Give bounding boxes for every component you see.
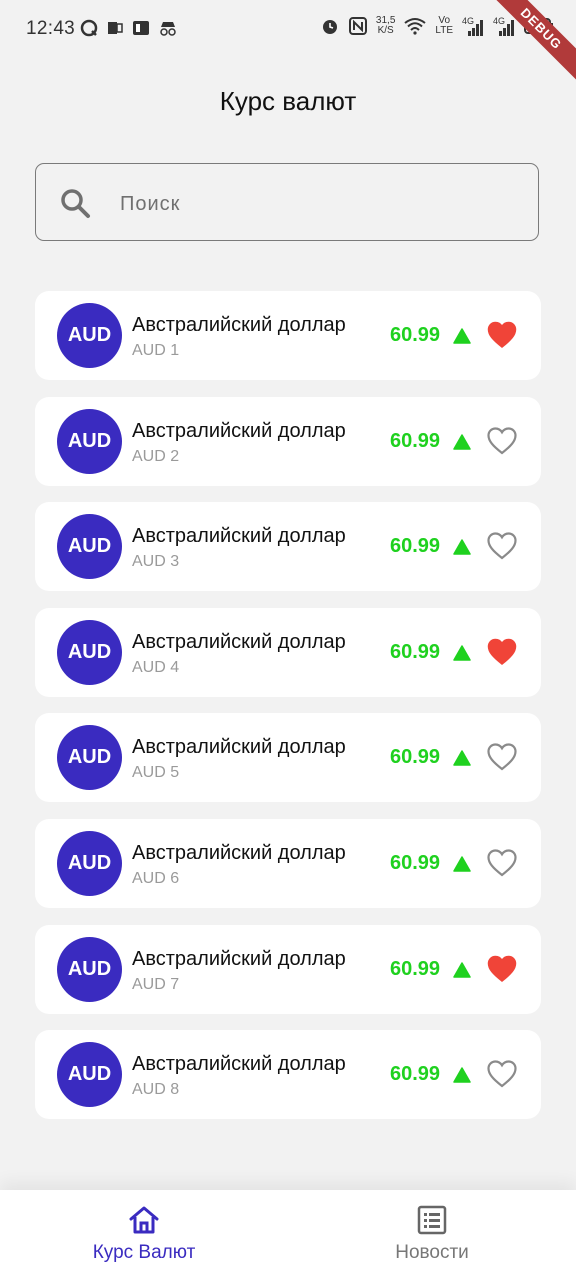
currency-avatar-label: AUD	[67, 851, 112, 874]
currency-code: AUD 6	[132, 869, 180, 887]
alarm-icon	[322, 20, 337, 34]
currency-avatar: AUD	[57, 725, 122, 791]
currency-avatar-label: AUD	[67, 535, 112, 558]
currency-avatar: AUD	[57, 303, 122, 368]
favorite-heart-icon[interactable]	[487, 955, 517, 983]
word-app-icon	[133, 21, 149, 35]
currency-avatar: AUD	[57, 1042, 122, 1108]
currency-card[interactable]: AUD Австралийский доллар AUD 5 60.99	[35, 713, 541, 803]
currency-rate: 60.99	[390, 535, 441, 558]
currency-name: Австралийский доллар	[132, 841, 346, 864]
currency-avatar: AUD	[57, 514, 122, 580]
favorite-heart-icon[interactable]	[487, 1060, 517, 1088]
network-speed-unit: K/S	[377, 25, 394, 36]
favorite-heart-icon[interactable]	[487, 426, 517, 455]
currency-avatar-label: AUD	[67, 746, 112, 769]
currency-rate: 60.99	[390, 851, 441, 874]
nav-label-news: Новости	[395, 1242, 469, 1263]
trend-up-icon	[453, 433, 471, 450]
nfc-icon	[348, 17, 367, 35]
currency-card[interactable]: AUD Австралийский доллар AUD 7 60.99	[35, 924, 541, 1014]
trend-up-icon	[453, 750, 471, 767]
search-box[interactable]	[35, 163, 539, 241]
signal-bars-1-icon	[468, 20, 483, 36]
trend-up-icon	[453, 1067, 471, 1083]
search-icon	[61, 189, 90, 218]
currency-avatar-label: AUD	[67, 324, 112, 346]
currency-name: Австралийский доллар	[132, 314, 346, 336]
currency-name: Австралийский доллар	[132, 1053, 346, 1076]
volte-label: Vo LTE	[435, 16, 453, 36]
currency-avatar: AUD	[57, 408, 122, 474]
currency-card[interactable]: AUD Австралийский доллар AUD 6 60.99	[35, 818, 541, 908]
status-time: 12:43	[26, 18, 76, 39]
signal-bars-2-icon	[499, 20, 514, 36]
currency-avatar-label: AUD	[67, 957, 112, 980]
currency-rate: 60.99	[390, 324, 441, 346]
currency-card[interactable]: AUD Австралийский доллар AUD 2 60.99	[35, 396, 541, 486]
bottom-navigation: Курс Валют Новости	[0, 1190, 576, 1280]
office-app-icon	[108, 22, 123, 34]
currency-code: AUD 4	[132, 658, 180, 676]
trend-up-icon	[453, 856, 471, 872]
currency-name: Австралийский доллар	[132, 947, 346, 970]
favorite-heart-icon[interactable]	[487, 743, 517, 771]
currency-avatar: AUD	[57, 936, 122, 1002]
trend-up-icon	[453, 645, 471, 661]
currency-name: Австралийский доллар	[132, 419, 346, 442]
currency-code: AUD 8	[132, 1081, 180, 1099]
currency-name: Австралийский доллар	[132, 630, 346, 653]
currency-card[interactable]: AUD Австралийский доллар AUD 1 60.99	[35, 291, 541, 380]
status-bar: 12:43 31,5 K/S Vo LTE 4G 4G DEBUG	[0, 0, 576, 90]
currency-avatar: AUD	[57, 619, 122, 685]
currency-code: AUD 2	[132, 447, 180, 465]
currency-name: Австралийский доллар	[132, 736, 346, 759]
favorite-heart-icon[interactable]	[487, 321, 517, 349]
status-notification-icons	[80, 19, 178, 37]
favorite-heart-icon[interactable]	[487, 638, 517, 666]
q-app-icon	[80, 19, 98, 37]
page-title: Курс валют	[219, 86, 357, 116]
debug-banner: DEBUG	[480, 0, 576, 90]
currency-list: AUD Австралийский доллар AUD 1 60.99 AUD…	[35, 291, 541, 1136]
signal-2: 4G	[493, 16, 515, 36]
news-list-icon	[417, 1205, 447, 1235]
currency-avatar-label: AUD	[67, 429, 112, 452]
network-speed: 31,5 K/S	[376, 16, 395, 36]
home-icon	[129, 1206, 159, 1234]
nav-item-rates[interactable]: Курс Валют	[0, 1190, 288, 1280]
currency-card[interactable]: AUD Австралийский доллар AUD 8 60.99	[35, 1030, 541, 1120]
currency-code: AUD 1	[132, 342, 180, 359]
trend-up-icon	[453, 961, 471, 978]
currency-card[interactable]: AUD Австралийский доллар AUD 3 60.99	[35, 502, 541, 592]
currency-code: AUD 3	[132, 553, 180, 571]
currency-avatar-label: AUD	[67, 640, 112, 663]
trend-up-icon	[453, 539, 471, 555]
currency-rate: 60.99	[390, 429, 441, 452]
currency-rate: 60.99	[390, 1063, 441, 1086]
currency-rate: 60.99	[390, 640, 441, 663]
search-input[interactable]	[118, 184, 502, 224]
currency-rate: 60.99	[390, 746, 441, 769]
lte-text: LTE	[435, 25, 453, 36]
currency-rate: 60.99	[390, 957, 441, 980]
currency-name: Австралийский доллар	[132, 525, 346, 548]
currency-code: AUD 5	[132, 764, 180, 782]
nav-label-rates: Курс Валют	[92, 1242, 196, 1263]
trend-up-icon	[453, 328, 471, 344]
incognito-icon	[160, 22, 176, 36]
favorite-heart-icon[interactable]	[487, 849, 517, 877]
signal-1: 4G	[462, 16, 484, 36]
favorite-heart-icon[interactable]	[487, 532, 517, 560]
currency-card[interactable]: AUD Австралийский доллар AUD 4 60.99	[35, 607, 541, 697]
currency-avatar-label: AUD	[67, 1063, 112, 1086]
currency-code: AUD 7	[132, 975, 180, 993]
currency-avatar: AUD	[57, 830, 122, 896]
nav-item-news[interactable]: Новости	[288, 1190, 576, 1280]
wifi-icon	[404, 18, 427, 35]
